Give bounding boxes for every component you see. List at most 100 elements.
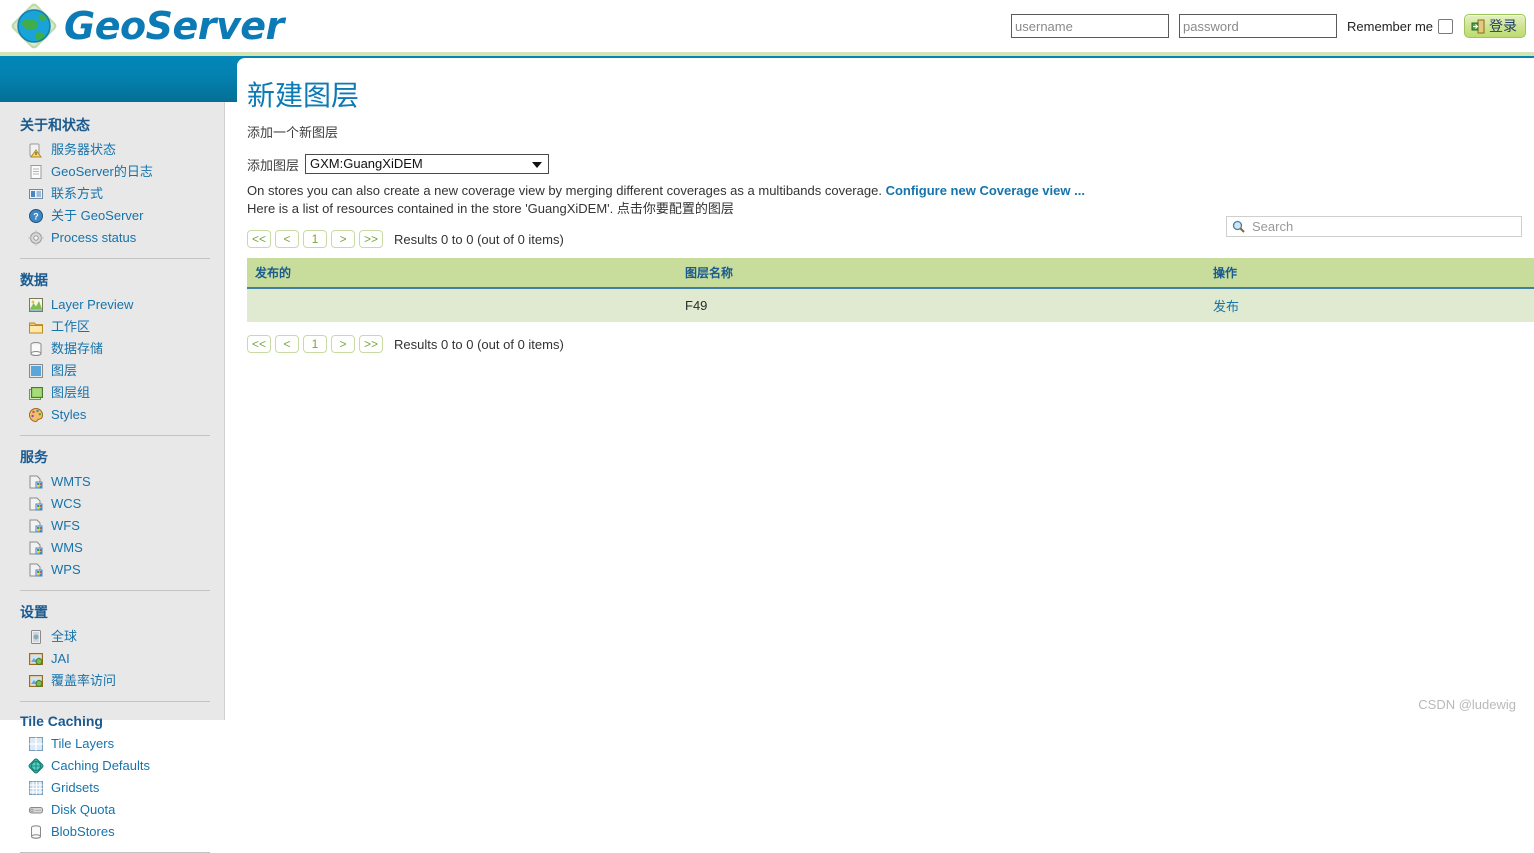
column-header-action[interactable]: 操作 (1205, 258, 1534, 289)
publish-link[interactable]: 发布 (1213, 299, 1239, 314)
service-icon (28, 496, 44, 512)
layers-table: 发布的 图层名称 操作 F49 发布 (247, 258, 1534, 322)
sidebar-item-wps[interactable]: WPS (0, 559, 224, 581)
pager-results-text: Results 0 to 0 (out of 0 items) (394, 231, 564, 247)
chevron-down-icon (532, 162, 543, 168)
layer-group-icon (28, 385, 44, 401)
sidebar-item-label: Styles (51, 407, 87, 422)
sidebar-item-全球[interactable]: 全球 (0, 626, 224, 648)
pager-next-button-bottom[interactable]: > (331, 335, 355, 353)
sidebar-item-label: 工作区 (51, 319, 91, 334)
grid-icon (28, 780, 44, 796)
sidebar-section-title: 设置 (20, 604, 48, 620)
sidebar-section-title: 服务 (20, 449, 48, 465)
layer-icon (28, 363, 44, 379)
image-settings-icon (28, 673, 44, 689)
sidebar-item-label: Layer Preview (51, 297, 134, 312)
sidebar-item-blobstores[interactable]: BlobStores (0, 821, 224, 843)
sidebar-item-geoserver的日志[interactable]: GeoServer的日志 (0, 161, 224, 183)
sidebar-item-layer-preview[interactable]: Layer Preview (0, 294, 224, 316)
sidebar-section-title: 数据 (20, 272, 48, 288)
sidebar-item-图层[interactable]: 图层 (0, 360, 224, 382)
tile-layers-icon (28, 736, 44, 752)
service-icon (28, 518, 44, 534)
disk-icon (28, 802, 44, 818)
pager-page-1-button[interactable]: 1 (303, 230, 327, 248)
sidebar-item-label: WMS (51, 540, 83, 555)
sidebar-item-wcs[interactable]: WCS (0, 493, 224, 515)
sidebar-section: 关于和状态 服务器状态 GeoServer的日志 联系方式? 关于 GeoServer P… (0, 112, 224, 249)
remember-me-label: Remember me (1347, 18, 1433, 34)
blobstore-icon (28, 824, 44, 840)
service-icon (28, 540, 44, 556)
sidebar-item-label: WPS (51, 562, 81, 577)
description-line-1: On stores you can also create a new cove… (247, 182, 1534, 199)
sidebar-item-gridsets[interactable]: Gridsets (0, 777, 224, 799)
store-select-value: GXM:GuangXiDEM (310, 156, 423, 171)
search-icon (1232, 220, 1245, 233)
pager-last-button[interactable]: >> (359, 230, 383, 248)
map-preview-icon (28, 297, 44, 313)
sidebar-item-服务器状态[interactable]: 服务器状态 (0, 139, 224, 161)
sidebar-section-title: Tile Caching (20, 713, 103, 729)
palette-icon (28, 407, 44, 423)
sidebar-item-tile-layers[interactable]: Tile Layers (0, 733, 224, 755)
svg-text:?: ? (33, 212, 39, 222)
search-input[interactable] (1250, 218, 1516, 235)
sidebar-item-label: 覆盖率访问 (51, 673, 117, 688)
sidebar-item-label: 联系方式 (51, 186, 104, 201)
page-subtitle: 添加一个新图层 (247, 125, 339, 140)
globe-settings-icon (28, 629, 44, 645)
sidebar-item-label: Process status (51, 230, 137, 245)
pager-first-button[interactable]: << (247, 230, 271, 248)
sidebar-item-label: BlobStores (51, 824, 115, 839)
pager-next-button[interactable]: > (331, 230, 355, 248)
description-line-1-text: On stores you can also create a new cove… (247, 183, 886, 198)
sidebar-item-wfs[interactable]: WFS (0, 515, 224, 537)
sidebar-item-label: Tile Layers (51, 736, 115, 751)
pager-last-button-bottom[interactable]: >> (359, 335, 383, 353)
sidebar-item-label: 关于 GeoServer (51, 208, 144, 223)
sidebar-item-wmts[interactable]: WMTS (0, 471, 224, 493)
search-box[interactable] (1226, 216, 1522, 237)
login-button[interactable]: 登录 (1464, 14, 1526, 38)
description-block: On stores you can also create a new cove… (247, 182, 1534, 217)
sidebar-item-label: 图层组 (51, 385, 91, 400)
folder-icon (28, 319, 44, 335)
brand-logo[interactable]: GeoServer (10, 2, 284, 50)
pager-page-1-button-bottom[interactable]: 1 (303, 335, 327, 353)
pager-prev-button-bottom[interactable]: < (275, 335, 299, 353)
cache-globe-icon (28, 758, 44, 774)
sidebar-item-jai[interactable]: JAI (0, 648, 224, 670)
contact-card-icon (28, 186, 44, 202)
column-header-published[interactable]: 发布的 (247, 258, 677, 289)
sidebar-item-关于-geoserver[interactable]: ? 关于 GeoServer (0, 205, 224, 227)
description-line-2: Here is a list of resources contained in… (247, 201, 734, 216)
column-header-layer-name[interactable]: 图层名称 (677, 258, 1205, 289)
sidebar-item-label: 图层 (51, 363, 78, 378)
sidebar-item-工作区[interactable]: 工作区 (0, 316, 224, 338)
pager-prev-button[interactable]: < (275, 230, 299, 248)
login-button-label: 登录 (1489, 18, 1517, 34)
sidebar-item-process-status[interactable]: Process status (0, 227, 224, 249)
sidebar-item-覆盖率访问[interactable]: 覆盖率访问 (0, 670, 224, 692)
pager-first-button-bottom[interactable]: << (247, 335, 271, 353)
configure-coverage-view-link[interactable]: Configure new Coverage view ... (886, 183, 1085, 198)
sidebar-item-disk-quota[interactable]: Disk Quota (0, 799, 224, 821)
sidebar-item-styles[interactable]: Styles (0, 404, 224, 426)
store-select[interactable]: GXM:GuangXiDEM (305, 154, 550, 174)
sidebar-divider (20, 701, 210, 702)
page-title: 新建图层 (247, 80, 360, 111)
password-input[interactable] (1179, 14, 1338, 38)
sidebar-item-数据存储[interactable]: 数据存储 (0, 338, 224, 360)
brand-name: GeoServer (64, 4, 284, 48)
sidebar-item-label: Caching Defaults (51, 758, 150, 773)
sidebar-item-联系方式[interactable]: 联系方式 (0, 183, 224, 205)
sidebar-divider (20, 435, 210, 436)
sidebar-item-caching-defaults[interactable]: Caching Defaults (0, 755, 224, 777)
remember-me-checkbox[interactable] (1438, 18, 1453, 34)
sidebar-item-wms[interactable]: WMS (0, 537, 224, 559)
username-input[interactable] (1011, 14, 1170, 38)
sidebar-item-label: 服务器状态 (51, 142, 117, 157)
sidebar-item-图层组[interactable]: 图层组 (0, 382, 224, 404)
